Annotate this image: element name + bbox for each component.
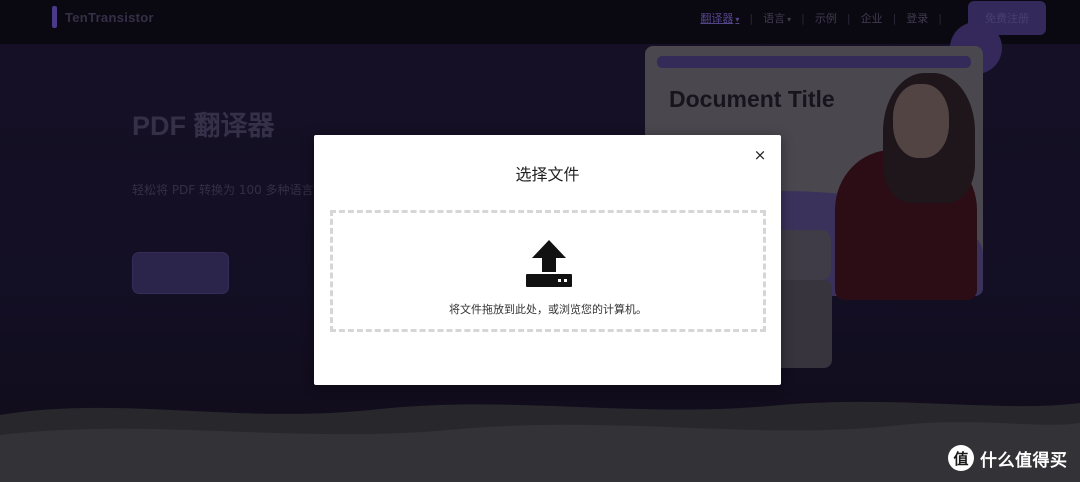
watermark-logo: 值 xyxy=(948,445,974,471)
file-dropzone[interactable]: 将文件拖放到此处，或浏览您的计算机。 xyxy=(330,210,766,332)
dialog-title: 选择文件 xyxy=(515,165,580,184)
select-file-dialog: 选择文件 × 将文件拖放到此处，或浏览您的计算机。 xyxy=(314,135,781,385)
site-watermark: 值 什么值得买 xyxy=(948,445,1068,471)
watermark-text: 什么值得买 xyxy=(980,450,1068,471)
upload-icon xyxy=(526,240,572,287)
dropzone-instruction: 将文件拖放到此处，或浏览您的计算机。 xyxy=(449,303,647,316)
close-icon[interactable]: × xyxy=(752,146,768,164)
